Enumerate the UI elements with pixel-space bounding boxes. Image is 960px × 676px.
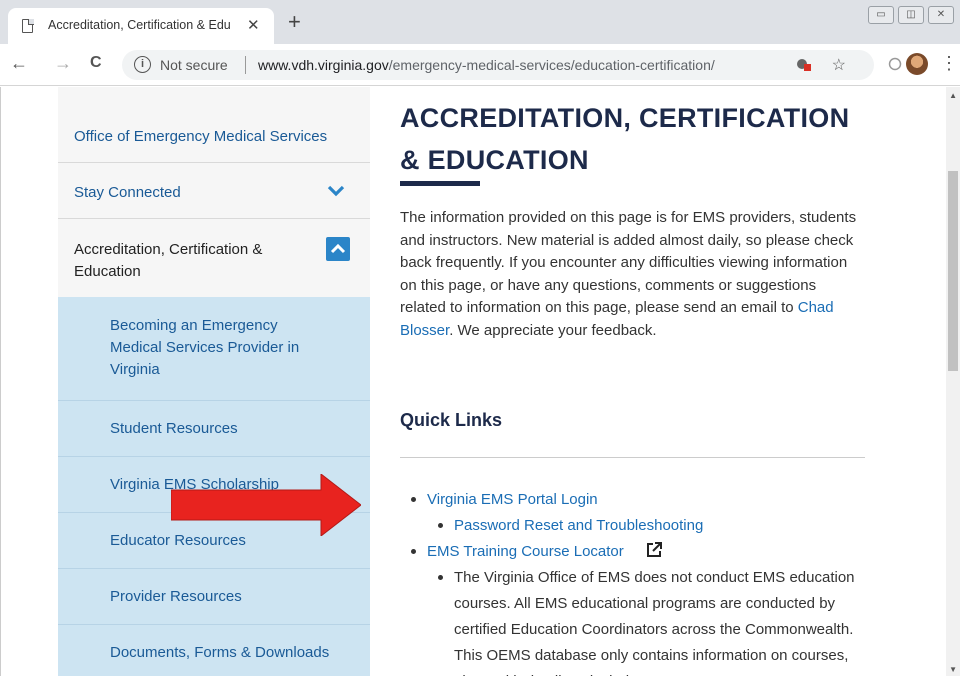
bullet xyxy=(438,523,443,528)
page-icon xyxy=(22,18,34,33)
collapse-button[interactable] xyxy=(326,237,350,261)
vertical-scrollbar[interactable]: ▲ ▼ xyxy=(946,87,960,676)
omnibox-divider xyxy=(245,56,246,74)
intro-text: The information provided on this page is… xyxy=(400,209,857,316)
sidebar-subitem-label[interactable]: Provider Resources xyxy=(110,586,330,608)
red-arrow-annotation xyxy=(171,474,361,536)
bullet xyxy=(411,549,416,554)
address-bar[interactable]: i Not secure www.vdh.virginia.gov/emerge… xyxy=(122,50,874,80)
intro-paragraph: The information provided on this page is… xyxy=(400,207,866,342)
sidebar-item-label[interactable]: Stay Connected xyxy=(74,184,181,201)
sidebar-subitem-label[interactable]: Student Resources xyxy=(110,418,330,440)
info-icon[interactable]: i xyxy=(134,56,151,73)
portal-login-link[interactable]: Virginia EMS Portal Login xyxy=(427,487,598,513)
sidebar-item-office-ems[interactable]: Office of Emergency Medical Services xyxy=(58,87,370,163)
browser-tab-bar: Accreditation, Certification & Edu ✕ + ▭… xyxy=(0,0,960,44)
sidebar-subitem-label[interactable]: Becoming an Emergency Medical Services P… xyxy=(110,315,330,381)
divider xyxy=(400,457,865,458)
bullet xyxy=(411,497,416,502)
profile-avatar[interactable] xyxy=(906,53,928,75)
sidebar-subitem-provider-resources[interactable]: Provider Resources xyxy=(58,569,370,625)
forward-button[interactable]: → xyxy=(54,53,72,74)
reload-button[interactable]: C xyxy=(90,54,102,72)
bookmark-star-icon[interactable]: ☆ xyxy=(832,55,846,75)
sidebar-item-label[interactable]: Accreditation, Certification & Education xyxy=(74,239,304,283)
sidebar-item-stay-connected[interactable]: Stay Connected xyxy=(58,163,370,219)
page-viewport: Office of Emergency Medical Services Sta… xyxy=(0,87,960,676)
security-label: Not secure xyxy=(160,57,228,73)
restore-button[interactable]: ◫ xyxy=(898,6,924,24)
tab-title: Accreditation, Certification & Edu xyxy=(48,18,231,32)
scroll-thumb[interactable] xyxy=(948,171,958,371)
site-settings-icon[interactable] xyxy=(796,58,812,72)
close-window-button[interactable]: ✕ xyxy=(928,6,954,24)
external-link-icon[interactable] xyxy=(646,542,662,558)
chevron-down-icon[interactable] xyxy=(326,181,346,201)
bullet xyxy=(438,575,443,580)
sidebar-subitem-becoming-provider[interactable]: Becoming an Emergency Medical Services P… xyxy=(58,297,370,401)
sidebar-nav: Office of Emergency Medical Services Sta… xyxy=(58,87,370,676)
extension-icon[interactable] xyxy=(888,57,902,71)
menu-kebab-icon[interactable]: ⋮ xyxy=(940,53,958,74)
minimize-button[interactable]: ▭ xyxy=(868,6,894,24)
title-underline xyxy=(400,181,480,186)
sidebar-subitem-student-resources[interactable]: Student Resources xyxy=(58,401,370,457)
url-text[interactable]: www.vdh.virginia.gov/emergency-medical-s… xyxy=(258,57,715,73)
sidebar-subitem-documents[interactable]: Documents, Forms & Downloads xyxy=(58,625,370,676)
course-locator-link[interactable]: EMS Training Course Locator xyxy=(427,539,624,565)
scroll-up-icon[interactable]: ▲ xyxy=(949,91,957,100)
url-path: /emergency-medical-services/education-ce… xyxy=(388,57,715,73)
new-tab-button[interactable]: + xyxy=(288,11,301,33)
url-host: www.vdh.virginia.gov xyxy=(258,57,389,73)
sidebar-subitem-label[interactable]: Documents, Forms & Downloads xyxy=(110,642,330,664)
intro-text-end: . We appreciate your feedback. xyxy=(449,321,657,339)
sidebar-item-label[interactable]: Office of Emergency Medical Services xyxy=(74,128,327,145)
scroll-down-icon[interactable]: ▼ xyxy=(949,665,957,674)
sidebar-item-accreditation[interactable]: Accreditation, Certification & Education xyxy=(58,219,370,297)
tab-close-icon[interactable]: ✕ xyxy=(247,16,260,34)
window-controls: ▭ ◫ ✕ xyxy=(868,6,954,24)
browser-tab[interactable]: Accreditation, Certification & Edu ✕ xyxy=(8,8,274,44)
browser-toolbar: ← → C i Not secure www.vdh.virginia.gov/… xyxy=(0,44,960,86)
password-reset-link[interactable]: Password Reset and Troubleshooting xyxy=(454,513,703,539)
page-title: ACCREDITATION, CERTIFICATION & EDUCATION xyxy=(400,103,850,175)
back-button[interactable]: ← xyxy=(10,53,28,74)
locator-note: The Virginia Office of EMS does not cond… xyxy=(454,569,855,676)
quick-links-heading: Quick Links xyxy=(400,410,503,430)
chevron-up-icon xyxy=(330,243,346,254)
